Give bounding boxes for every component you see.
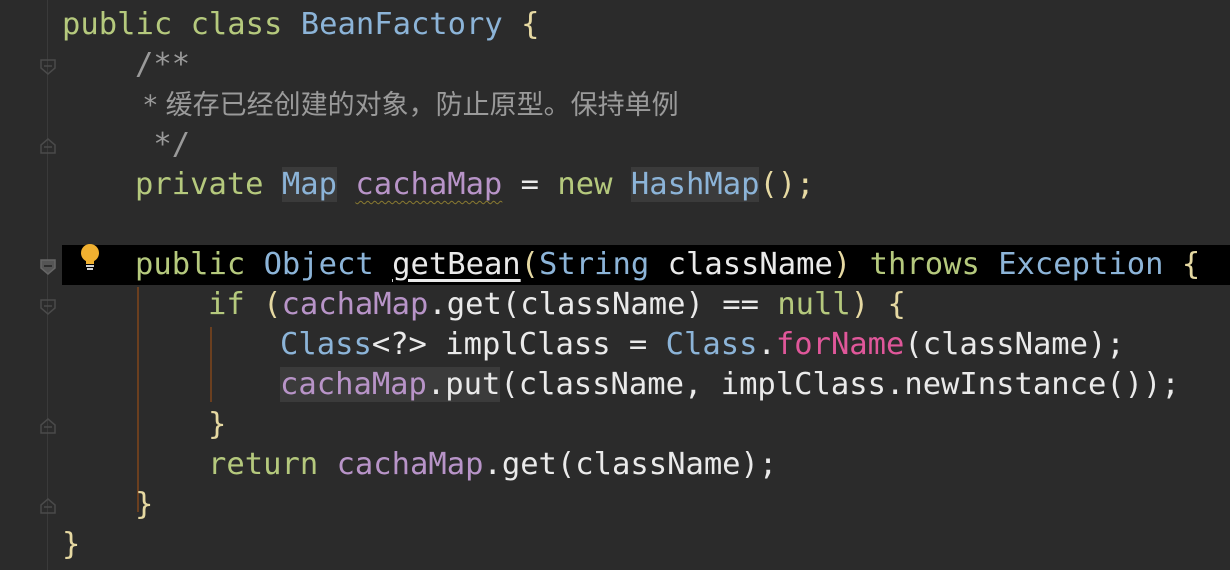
method-call: .get(: [428, 287, 521, 322]
class-name: BeanFactory: [300, 7, 503, 42]
field-name: cachaMap: [280, 367, 427, 402]
code-line-9[interactable]: Class<?> implClass = Class.forName(class…: [280, 325, 1125, 365]
operator: =: [520, 167, 540, 202]
operator: =: [610, 327, 666, 362]
fold-end-marker-icon[interactable]: [39, 417, 57, 435]
fold-marker-icon[interactable]: [39, 298, 57, 316]
lightbulb-icon[interactable]: [78, 242, 102, 272]
keyword: new: [557, 167, 613, 202]
code-line-2[interactable]: /**: [135, 45, 190, 85]
method-call: .get(className);: [483, 447, 778, 482]
comment: */: [135, 127, 191, 162]
brace: }: [135, 487, 154, 522]
punctuation: ): [832, 247, 852, 282]
brace: {: [521, 7, 540, 42]
field-name: cachaMap: [281, 287, 429, 322]
type-name: String: [539, 247, 650, 282]
gutter-separator: [47, 0, 48, 570]
punctuation: .: [757, 327, 776, 362]
code-line-7[interactable]: public Object getBean(String className) …: [135, 245, 1200, 285]
field-name: cachaMap: [355, 167, 503, 202]
code-line-10[interactable]: cachaMap.put(className, implClass.newIns…: [280, 365, 1180, 405]
brace: }: [62, 527, 81, 562]
punctuation: (: [263, 287, 282, 322]
punctuation: ) {: [850, 287, 906, 322]
type-name: Map: [281, 167, 338, 202]
fold-marker-icon[interactable]: [39, 58, 57, 76]
keyword: throws: [869, 247, 980, 282]
generic: <?>: [371, 327, 427, 362]
editor-gutter[interactable]: [0, 0, 62, 570]
keyword: null: [777, 287, 851, 322]
keyword: public: [135, 247, 246, 282]
fold-marker-icon[interactable]: [39, 258, 57, 276]
code-line-11[interactable]: }: [208, 405, 226, 445]
brace: }: [208, 407, 227, 442]
param-name: className: [667, 247, 833, 282]
type-name: Class: [665, 327, 758, 362]
type-name: HashMap: [630, 167, 760, 202]
method-call: .put: [426, 367, 501, 402]
keyword: public: [62, 7, 173, 42]
type-name: Class: [280, 327, 372, 362]
code-line-1[interactable]: public class BeanFactory {: [62, 5, 540, 45]
arguments: (className);: [904, 327, 1125, 362]
comment: * 缓存已经创建的对象，防止原型。保持单例: [135, 90, 679, 121]
code-line-8[interactable]: if (cachaMap.get(className) == null) {: [208, 285, 906, 325]
indent-guide: [210, 327, 212, 402]
code-line-13[interactable]: }: [135, 485, 153, 525]
arguments: (className, implClass.newInstance());: [500, 367, 1180, 402]
punctuation: (: [520, 247, 540, 282]
method-name: getBean: [392, 247, 521, 282]
method-name: forName: [775, 327, 905, 362]
operator: ) ==: [685, 287, 778, 322]
fold-end-marker-icon[interactable]: [39, 497, 57, 515]
type-name: Object: [263, 247, 374, 282]
code-line-12[interactable]: return cachaMap.get(className);: [208, 445, 777, 485]
code-line-14[interactable]: }: [62, 525, 80, 565]
comment: /**: [135, 47, 191, 82]
brace: {: [1181, 247, 1201, 282]
field-name: cachaMap: [336, 447, 484, 482]
keyword: if: [208, 287, 245, 322]
indent-guide: [137, 287, 139, 512]
code-line-4[interactable]: */: [135, 125, 190, 165]
keyword: class: [190, 7, 283, 42]
keyword: private: [135, 167, 264, 202]
code-editor[interactable]: public class BeanFactory { /** * 缓存已经创建的…: [0, 0, 1230, 570]
code-line-3[interactable]: * 缓存已经创建的对象，防止原型。保持单例: [135, 85, 679, 125]
type-name: Exception: [998, 247, 1164, 282]
argument: className: [520, 287, 686, 322]
keyword: return: [208, 447, 319, 482]
punctuation: ();: [759, 167, 815, 202]
variable: implClass: [445, 327, 611, 362]
fold-end-marker-icon[interactable]: [39, 137, 57, 155]
code-line-5[interactable]: private Map cachaMap = new HashMap();: [135, 165, 815, 205]
